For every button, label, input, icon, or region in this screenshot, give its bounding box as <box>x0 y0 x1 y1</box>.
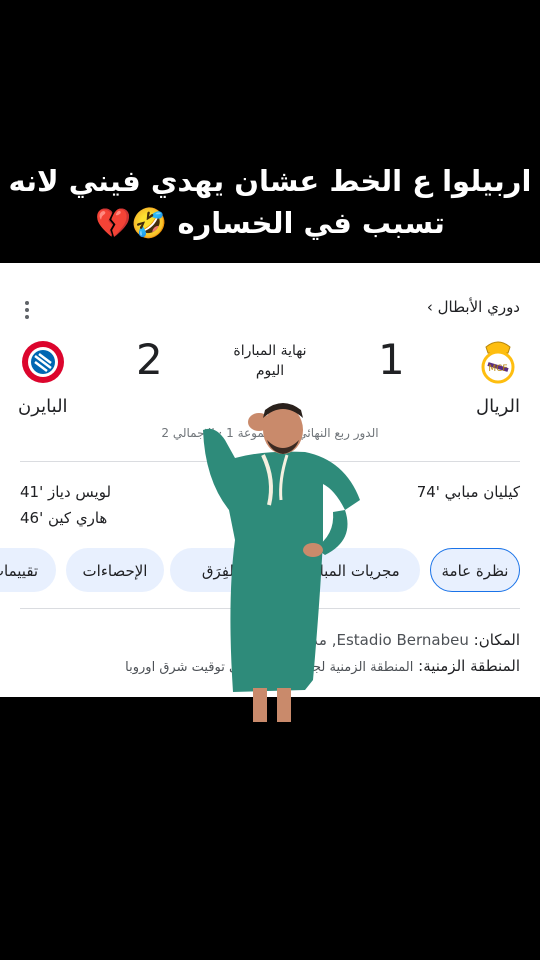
league-link[interactable]: دوري الأبطال › <box>427 298 520 316</box>
match-date: اليوم <box>255 363 285 379</box>
more-options-icon[interactable] <box>24 301 30 322</box>
real-madrid-crest-icon: MCF <box>481 341 515 384</box>
video-caption: اربيلوا ع الخط عشان يهدي فيني لانه تسبب … <box>0 160 540 244</box>
away-score: 2 <box>136 335 163 384</box>
home-score: 1 <box>378 335 405 384</box>
tab-overview[interactable]: نظرة عامة <box>430 548 520 592</box>
caption-line-2: تسبب في الخساره 🤣💔 <box>95 206 445 240</box>
home-scorer: كيليان مبابي '74 <box>416 483 520 501</box>
away-scorer: هاري كين '46 <box>20 509 108 527</box>
timezone-label: المنطقة الزمنية: <box>418 657 520 675</box>
home-team-name[interactable]: الريال <box>476 396 520 417</box>
caption-line-1: اربيلوا ع الخط عشان يهدي فيني لانه <box>8 164 532 198</box>
bayern-crest-icon <box>22 341 64 383</box>
match-status: نهاية المباراة اليوم <box>190 341 350 381</box>
person-sticker <box>203 403 360 722</box>
away-scorer: لويس دياز '41 <box>20 483 112 501</box>
venue-label: المكان: <box>473 631 520 649</box>
tab-stats[interactable]: الإحصاءات <box>66 548 164 592</box>
tab-ratings[interactable]: تقييمات <box>0 548 56 592</box>
away-team-name[interactable]: البايرن <box>18 396 68 417</box>
match-status-text: نهاية المباراة <box>233 343 307 359</box>
svg-text:MCF: MCF <box>488 364 507 374</box>
